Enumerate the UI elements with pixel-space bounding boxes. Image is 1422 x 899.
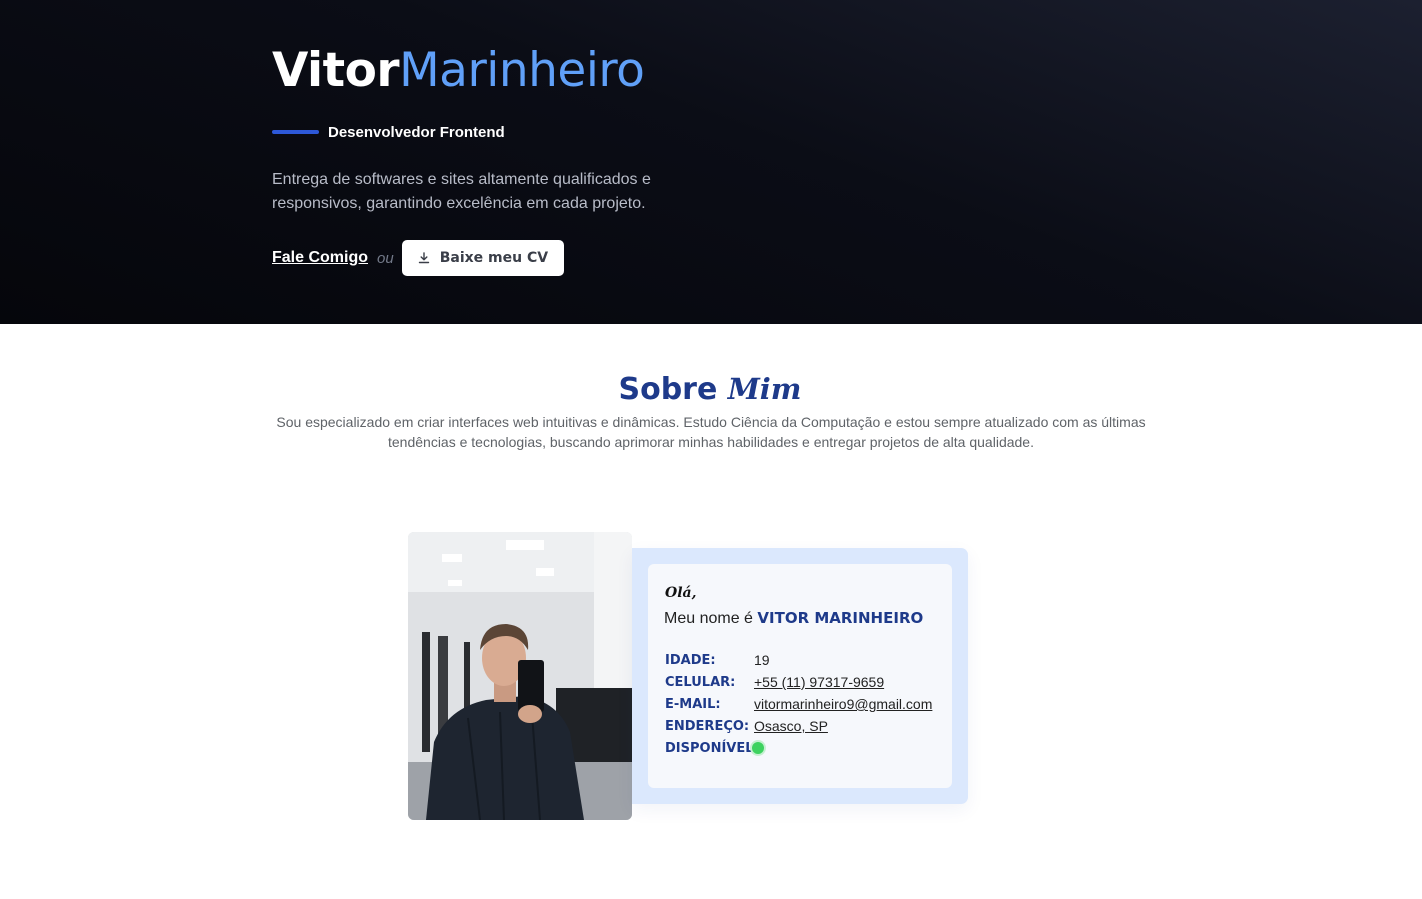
email-link[interactable]: vitormarinheiro9@gmail.com xyxy=(754,696,932,712)
age-value: 19 xyxy=(754,652,770,668)
phone-label: CELULAR: xyxy=(665,674,736,690)
intro-line: Meu nome é VITOR MARINHEIRO xyxy=(664,609,923,628)
profile-photo xyxy=(408,532,632,820)
about-title-part2: Mim xyxy=(727,372,802,406)
download-icon xyxy=(418,252,430,264)
role-accent-line xyxy=(272,130,319,134)
about-title: Sobre Mim xyxy=(0,372,1422,407)
intro-name: VITOR MARINHEIRO xyxy=(757,609,924,627)
info-row-email: E-MAIL: vitormarinheiro9@gmail.com xyxy=(665,693,932,715)
greeting: Olá, xyxy=(665,585,697,601)
availability-status-dot xyxy=(752,742,764,754)
info-row-age: IDADE: 19 xyxy=(665,649,770,671)
intro-prefix: Meu nome é xyxy=(664,610,753,627)
download-cv-label: Baixe meu CV xyxy=(439,250,549,266)
about-description: Sou especializado em criar interfaces we… xyxy=(276,414,1146,450)
phone-link[interactable]: +55 (11) 97317-9659 xyxy=(754,674,884,690)
hero-section: VitorMarinheiro Desenvolvedor Frontend E… xyxy=(0,0,1422,324)
role-text: Desenvolvedor Frontend xyxy=(328,123,505,141)
hero-name-first: Vitor xyxy=(272,43,400,98)
address-label: ENDEREÇO: xyxy=(665,718,750,734)
hero-cta: Fale Comigo ou Baixe meu CV xyxy=(272,240,565,276)
info-row-phone: CELULAR: +55 (11) 97317-9659 xyxy=(665,671,884,693)
hero-name-last: Marinheiro xyxy=(399,43,645,98)
contact-link[interactable]: Fale Comigo xyxy=(272,249,368,267)
hero-role: Desenvolvedor Frontend xyxy=(272,121,505,143)
address-link[interactable]: Osasco, SP xyxy=(754,718,828,734)
age-label: IDADE: xyxy=(665,652,716,668)
about-title-part1: Sobre xyxy=(618,372,718,407)
download-cv-button[interactable]: Baixe meu CV xyxy=(401,240,565,276)
or-separator: ou xyxy=(377,249,394,267)
info-row-available: DISPONÍVEL: xyxy=(665,737,764,759)
available-label: DISPONÍVEL: xyxy=(665,740,759,756)
email-label: E-MAIL: xyxy=(665,696,721,712)
hero-tagline: Entrega de softwares e sites altamente q… xyxy=(272,171,651,212)
info-row-address: ENDEREÇO: Osasco, SP xyxy=(665,715,828,737)
hero-name: VitorMarinheiro xyxy=(272,42,645,100)
